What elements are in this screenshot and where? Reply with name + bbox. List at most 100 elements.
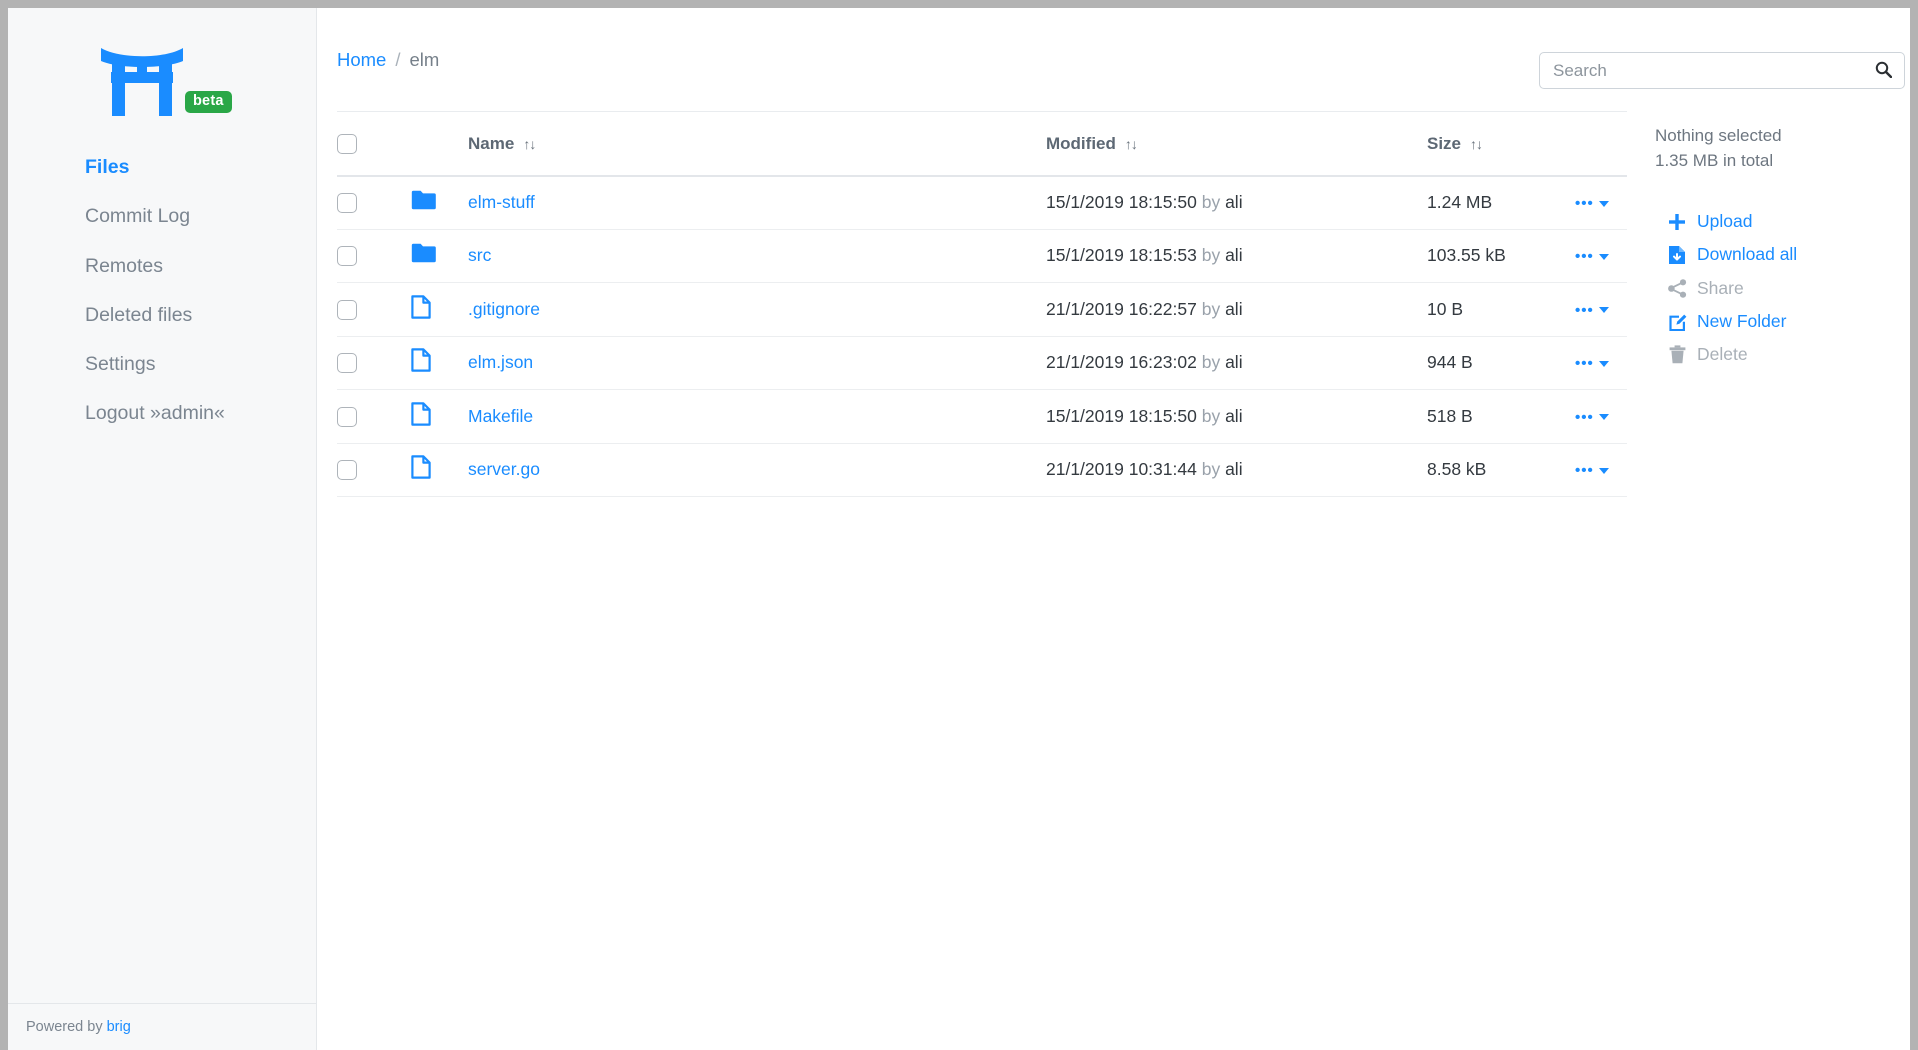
column-header-modified-label: Modified	[1046, 133, 1116, 153]
sidebar-nav: Files Commit Log Remotes Deleted files S…	[8, 143, 316, 439]
chevron-down-icon	[1598, 200, 1609, 207]
modified-date: 21/1/2019 16:23:02	[1046, 352, 1197, 373]
select-all-checkbox[interactable]	[337, 134, 357, 154]
table-row[interactable]: elm-stuff 15/1/2019 18:15:50 by ali 1.24 M…	[337, 175, 1627, 230]
row-select-cell	[337, 336, 411, 390]
row-checkbox[interactable]	[337, 193, 357, 214]
row-modified-cell: 15/1/2019 18:15:50 by ali	[1046, 389, 1427, 444]
table-row[interactable]: elm.json 21/1/2019 16:23:02 by ali 944 B ••…	[337, 336, 1627, 390]
selection-status: Nothing selected	[1655, 126, 1782, 145]
row-checkbox[interactable]	[337, 246, 357, 267]
download-all-button[interactable]: Download all	[1655, 245, 1910, 265]
breadcrumb-current: elm	[409, 48, 440, 70]
sort-arrows-icon[interactable]: ↑↓	[1125, 136, 1138, 152]
row-actions-cell: •••	[1575, 282, 1627, 337]
panel-actions: Upload Download all Share New Folder Del…	[1655, 213, 1910, 364]
row-name-cell: server.go	[468, 443, 1046, 497]
brand-logo[interactable]: beta	[8, 8, 316, 120]
modified-user: ali	[1225, 352, 1243, 373]
app-window: beta Files Commit Log Remotes Deleted fi…	[8, 8, 1910, 1050]
row-select-cell	[337, 229, 411, 283]
sidebar-item-commit-log[interactable]: Commit Log	[8, 192, 316, 241]
row-checkbox[interactable]	[337, 460, 357, 481]
file-icon	[411, 455, 431, 483]
sidebar-item-remotes[interactable]: Remotes	[8, 242, 316, 291]
table-row[interactable]: src 15/1/2019 18:15:53 by ali 103.55 kB •••	[337, 229, 1627, 283]
row-actions-menu[interactable]: •••	[1575, 356, 1609, 371]
row-icon-cell	[411, 229, 468, 283]
modified-user: ali	[1225, 245, 1243, 266]
column-header-name[interactable]: Name ↑↓	[468, 111, 1046, 177]
row-icon-cell	[411, 443, 468, 497]
column-header-size-label: Size	[1427, 133, 1462, 153]
selection-panel: Nothing selected 1.35 MB in total Upload	[1627, 111, 1910, 364]
file-link[interactable]: elm.json	[468, 352, 533, 372]
row-checkbox[interactable]	[337, 406, 357, 427]
column-header-size[interactable]: Size ↑↓	[1427, 111, 1575, 177]
row-select-cell	[337, 443, 411, 497]
ellipsis-icon: •••	[1575, 462, 1594, 480]
content-row: Name ↑↓ Modified ↑↓ Size ↑↓ elm-stuff 15…	[317, 111, 1910, 497]
row-actions-menu[interactable]: •••	[1575, 410, 1609, 425]
modified-by-label: by	[1201, 245, 1221, 266]
table-row[interactable]: server.go 21/1/2019 10:31:44 by ali 8.58 k…	[337, 443, 1627, 497]
new-folder-label: New Folder	[1697, 310, 1787, 331]
sort-arrows-icon[interactable]: ↑↓	[1470, 136, 1483, 152]
folder-icon	[411, 244, 436, 267]
main-content: Home / elm Search Name ↑↓ Modified ↑↓ Si…	[317, 8, 1910, 1050]
file-link[interactable]: elm-stuff	[468, 192, 535, 212]
file-icon	[411, 348, 431, 376]
row-icon-cell	[411, 389, 468, 444]
upload-button[interactable]: Upload	[1655, 213, 1910, 231]
file-icon	[411, 295, 431, 323]
row-size-cell: 944 B	[1427, 336, 1575, 390]
row-name-cell: src	[468, 229, 1046, 283]
new-folder-button[interactable]: New Folder	[1655, 312, 1910, 331]
topbar: Home / elm	[317, 8, 1910, 111]
row-actions-menu[interactable]: •••	[1575, 196, 1609, 211]
sidebar-item-deleted-files[interactable]: Deleted files	[8, 291, 316, 340]
modified-date: 15/1/2019 18:15:50	[1046, 405, 1197, 426]
selection-total-size: 1.35 MB in total	[1655, 150, 1774, 170]
ellipsis-icon: •••	[1575, 301, 1594, 319]
row-actions-cell: •••	[1575, 229, 1627, 283]
row-actions-cell: •••	[1575, 389, 1627, 444]
row-size-cell: 103.55 kB	[1427, 229, 1575, 283]
file-link[interactable]: .gitignore	[468, 299, 540, 319]
beta-badge: beta	[185, 91, 232, 113]
row-checkbox[interactable]	[337, 353, 357, 374]
modified-date: 21/1/2019 10:31:44	[1046, 459, 1197, 480]
row-actions-menu[interactable]: •••	[1575, 303, 1609, 318]
modified-by-label: by	[1201, 459, 1221, 480]
file-link[interactable]: Makefile	[468, 406, 533, 426]
file-download-icon	[1666, 245, 1688, 265]
file-table-head: Name ↑↓ Modified ↑↓ Size ↑↓	[337, 111, 1627, 177]
row-actions-menu[interactable]: •••	[1575, 249, 1609, 264]
share-button: Share	[1655, 279, 1910, 298]
row-size-cell: 1.24 MB	[1427, 175, 1575, 230]
breadcrumb-home[interactable]: Home	[337, 49, 386, 71]
sidebar-item-files[interactable]: Files	[8, 143, 316, 192]
file-link[interactable]: server.go	[468, 459, 540, 479]
modified-user: ali	[1225, 298, 1243, 319]
delete-label: Delete	[1697, 343, 1748, 364]
brig-link[interactable]: brig	[107, 1019, 131, 1035]
actions-header-cell	[1575, 111, 1627, 177]
share-nodes-icon	[1666, 279, 1688, 298]
file-link[interactable]: src	[468, 245, 491, 265]
upload-label: Upload	[1697, 211, 1753, 232]
plus-icon	[1666, 213, 1688, 231]
table-row[interactable]: .gitignore 21/1/2019 16:22:57 by ali 10 B •…	[337, 282, 1627, 337]
search-input[interactable]	[1539, 52, 1905, 89]
modified-user: ali	[1225, 459, 1243, 480]
table-row[interactable]: Makefile 15/1/2019 18:15:50 by ali 518 B ••…	[337, 389, 1627, 444]
file-table: Name ↑↓ Modified ↑↓ Size ↑↓ elm-stuff 15…	[337, 111, 1627, 497]
row-actions-menu[interactable]: •••	[1575, 463, 1609, 478]
column-header-modified[interactable]: Modified ↑↓	[1046, 111, 1427, 177]
row-checkbox[interactable]	[337, 299, 357, 320]
column-header-name-label: Name	[468, 133, 515, 153]
sidebar-item-settings[interactable]: Settings	[8, 340, 316, 389]
sort-arrows-icon[interactable]: ↑↓	[523, 136, 536, 152]
row-size-cell: 8.58 kB	[1427, 443, 1575, 497]
sidebar-item-logout[interactable]: Logout »admin«	[8, 389, 316, 438]
